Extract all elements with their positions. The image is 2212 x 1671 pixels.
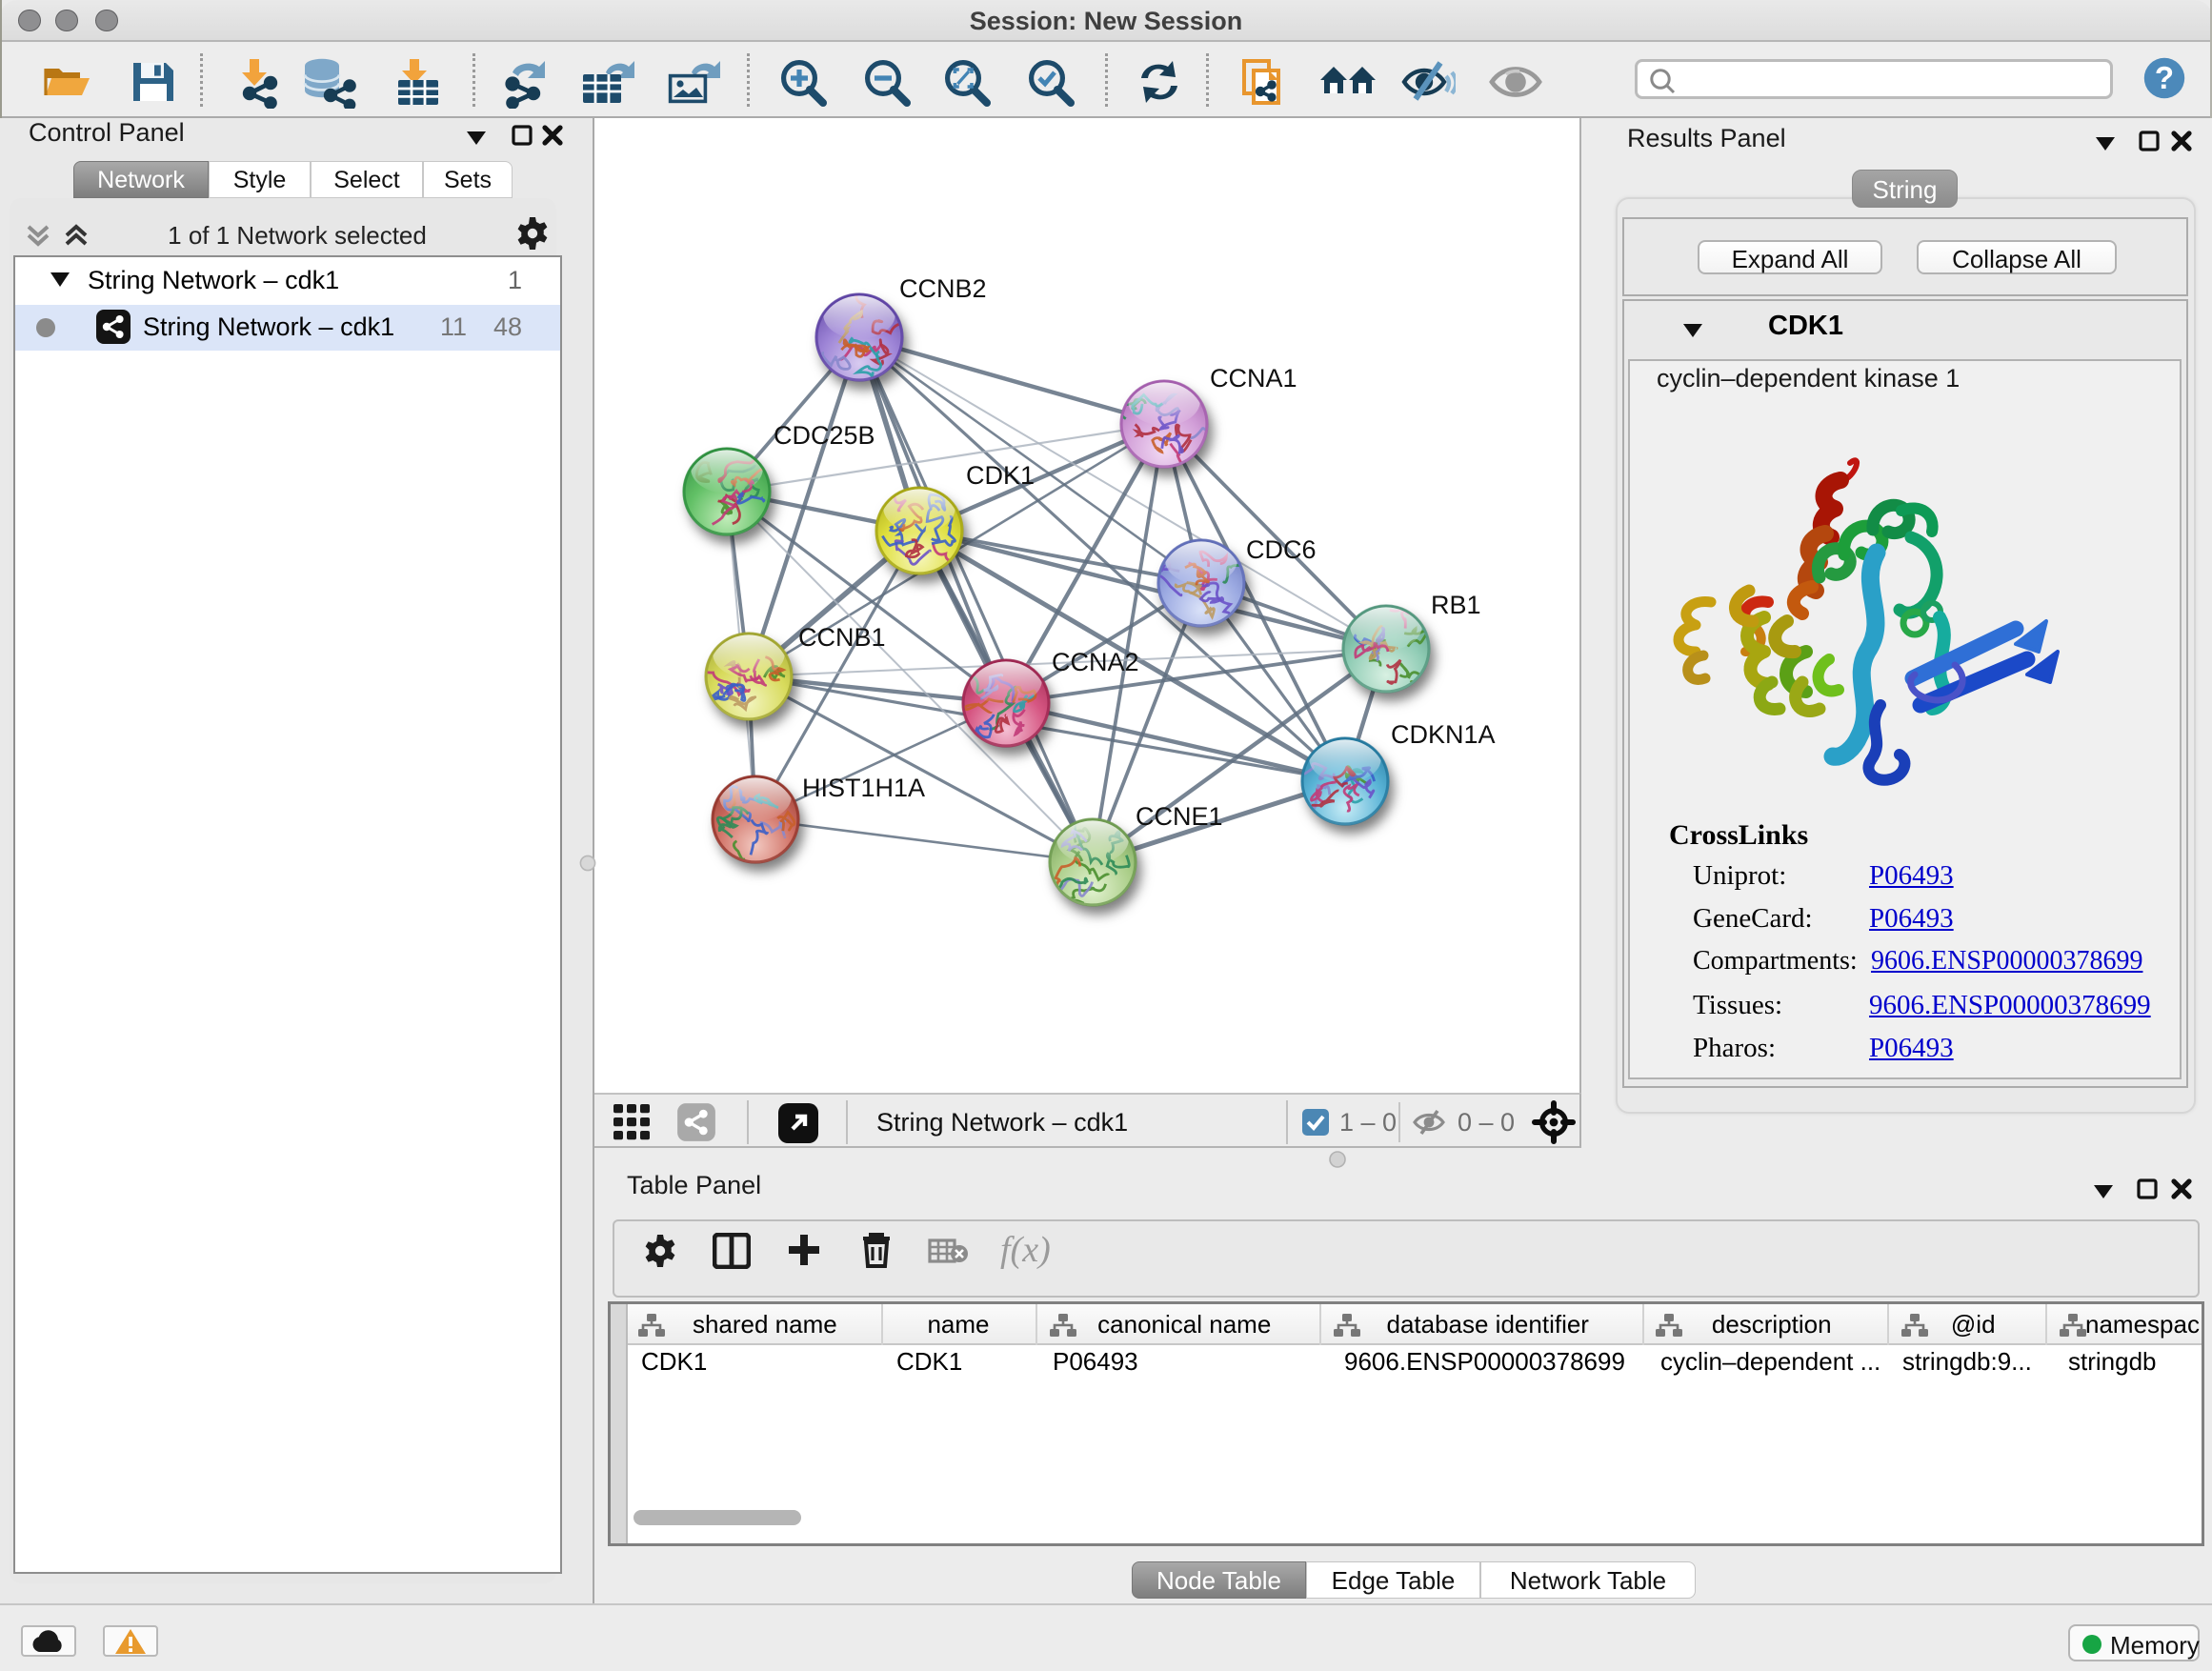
svg-text:CCNA2: CCNA2: [1052, 648, 1139, 676]
svg-text:?: ?: [2155, 60, 2174, 95]
svg-text:RB1: RB1: [1431, 591, 1481, 619]
svg-text:HIST1H1A: HIST1H1A: [802, 774, 925, 802]
svg-text:CCNB1: CCNB1: [798, 623, 886, 652]
svg-text:CCNE1: CCNE1: [1136, 802, 1223, 831]
svg-text:CCNA1: CCNA1: [1210, 364, 1297, 393]
svg-text:CCNB2: CCNB2: [899, 274, 987, 303]
svg-text:CDKN1A: CDKN1A: [1391, 720, 1496, 749]
svg-text:CDK1: CDK1: [966, 461, 1035, 490]
svg-text:CDC25B: CDC25B: [774, 421, 875, 450]
svg-text:CDC6: CDC6: [1246, 535, 1317, 564]
